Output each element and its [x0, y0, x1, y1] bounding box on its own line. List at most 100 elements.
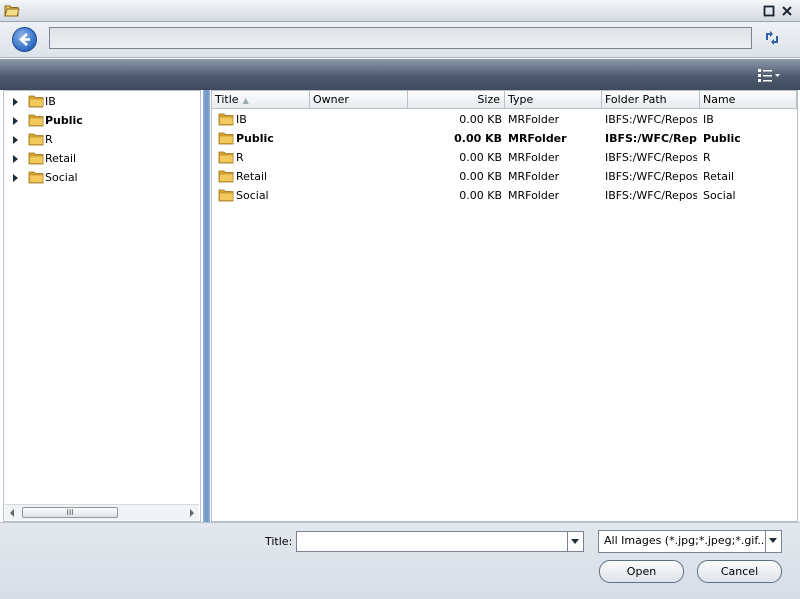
- tree-item-label: Retail: [45, 152, 77, 165]
- cell-owner: [313, 148, 405, 167]
- tree-item-r[interactable]: R: [4, 130, 200, 149]
- address-field[interactable]: [49, 27, 752, 49]
- back-button[interactable]: [12, 27, 37, 52]
- folder-open-icon: [4, 5, 20, 17]
- window-titlebar: [0, 0, 800, 22]
- title-dropdown-button[interactable]: [567, 532, 583, 551]
- dialog-footer: Title: All Images (*.jpg;*.jpeg;*.gif...…: [0, 522, 800, 599]
- tree-item-retail[interactable]: Retail: [4, 149, 200, 168]
- command-band: [0, 59, 800, 90]
- table-row[interactable]: IB 0.00 KB MRFolder IBFS:/WFC/Repository/IB…: [212, 110, 797, 129]
- tree-item-label: Public: [45, 114, 83, 127]
- row-title: Social: [236, 189, 269, 202]
- folder-icon: [218, 132, 234, 145]
- title-label: Title:: [265, 535, 293, 548]
- column-header-label: Title: [215, 93, 239, 106]
- expand-arrow-icon[interactable]: [13, 98, 18, 106]
- cell-type: MRFolder: [508, 189, 560, 202]
- column-header-label: Size: [477, 93, 500, 106]
- column-header-title[interactable]: Title ▲: [212, 91, 310, 109]
- folder-icon: [28, 152, 44, 165]
- row-title: IB: [236, 113, 247, 126]
- cell-owner: [313, 167, 405, 186]
- cell-path: IBFS:/WFC/Repository/Public: [605, 132, 697, 145]
- folder-icon: [28, 114, 44, 127]
- refresh-icon[interactable]: [762, 28, 782, 48]
- column-header-name[interactable]: Name: [700, 91, 797, 109]
- table-row[interactable]: Public 0.00 KB MRFolder IBFS:/WFC/Repositor…: [212, 129, 797, 148]
- file-type-select[interactable]: All Images (*.jpg;*.jpeg;*.gif...: [598, 530, 782, 553]
- cell-type: MRFolder: [508, 132, 567, 145]
- cell-name: R: [703, 151, 711, 164]
- scroll-left-icon[interactable]: [10, 509, 14, 517]
- table-row[interactable]: Social 0.00 KB MRFolder IBFS:/WFC/Repositor…: [212, 186, 797, 205]
- cell-size: 0.00 KB: [459, 151, 502, 164]
- tree-item-label: Social: [45, 171, 78, 184]
- cell-name: Public: [703, 132, 741, 145]
- cell-title: IB: [215, 110, 307, 129]
- row-title: Retail: [236, 170, 268, 183]
- view-options-icon[interactable]: [756, 67, 782, 83]
- cell-title: Social: [215, 186, 307, 205]
- cell-path: IBFS:/WFC/Repository/R: [605, 151, 697, 164]
- back-arrow-icon: [19, 33, 30, 46]
- folder-icon: [28, 171, 44, 184]
- title-combobox[interactable]: [296, 531, 584, 552]
- column-header-label: Folder Path: [605, 93, 667, 106]
- folder-icon: [28, 133, 44, 146]
- folder-icon: [218, 113, 234, 126]
- file-list: Title ▲ Owner Size Type Folder Path Name IB 0.00…: [211, 90, 798, 522]
- close-icon[interactable]: [780, 4, 794, 18]
- title-input[interactable]: [297, 532, 565, 551]
- tree-item-ib[interactable]: IB: [4, 92, 200, 111]
- maximize-icon[interactable]: [762, 4, 776, 18]
- cell-title: Retail: [215, 167, 307, 186]
- cell-size: 0.00 KB: [459, 113, 502, 126]
- cell-size: 0.00 KB: [454, 132, 502, 145]
- cell-type: MRFolder: [508, 113, 560, 126]
- tree-item-label: R: [45, 133, 53, 146]
- folder-icon: [218, 151, 234, 164]
- folder-icon: [28, 95, 44, 108]
- row-title: R: [236, 151, 244, 164]
- cell-name: IB: [703, 113, 714, 126]
- file-type-dropdown-button[interactable]: [765, 531, 781, 552]
- scroll-thumb[interactable]: III: [22, 507, 118, 518]
- column-header-label: Owner: [313, 93, 349, 106]
- table-row[interactable]: R 0.00 KB MRFolder IBFS:/WFC/Repository/R R: [212, 148, 797, 167]
- cell-name: Social: [703, 189, 736, 202]
- cell-size: 0.00 KB: [459, 189, 502, 202]
- cell-owner: [313, 110, 405, 129]
- cell-type: MRFolder: [508, 151, 560, 164]
- cell-type: MRFolder: [508, 170, 560, 183]
- folder-icon: [218, 189, 234, 202]
- row-title: Public: [236, 132, 274, 145]
- cell-name: Retail: [703, 170, 735, 183]
- column-header-size[interactable]: Size: [408, 91, 505, 109]
- tree-item-label: IB: [45, 95, 56, 108]
- open-button[interactable]: Open: [599, 560, 684, 583]
- column-header-owner[interactable]: Owner: [310, 91, 408, 109]
- sort-ascending-icon: ▲: [242, 96, 249, 105]
- cell-path: IBFS:/WFC/Repository/Retail: [605, 170, 697, 183]
- column-header-label: Type: [508, 93, 534, 106]
- folder-icon: [218, 170, 234, 183]
- navigation-toolbar: [0, 22, 800, 58]
- table-row[interactable]: Retail 0.00 KB MRFolder IBFS:/WFC/Repositor…: [212, 167, 797, 186]
- tree-item-public[interactable]: Public: [4, 111, 200, 130]
- scroll-right-icon[interactable]: [190, 509, 194, 517]
- column-header-type[interactable]: Type: [505, 91, 602, 109]
- pane-splitter[interactable]: [203, 90, 210, 522]
- tree-item-social[interactable]: Social: [4, 168, 200, 187]
- expand-arrow-icon[interactable]: [13, 136, 18, 144]
- column-header-path[interactable]: Folder Path: [602, 91, 700, 109]
- cell-owner: [313, 129, 405, 148]
- cancel-button[interactable]: Cancel: [697, 560, 782, 583]
- expand-arrow-icon[interactable]: [13, 155, 18, 163]
- expand-arrow-icon[interactable]: [13, 174, 18, 182]
- tree-horizontal-scrollbar[interactable]: III: [5, 504, 199, 520]
- cell-owner: [313, 186, 405, 205]
- expand-arrow-icon[interactable]: [13, 117, 18, 125]
- file-type-value: All Images (*.jpg;*.jpeg;*.gif...: [604, 534, 764, 547]
- folder-tree: IB Public R Retail Social III: [3, 90, 201, 522]
